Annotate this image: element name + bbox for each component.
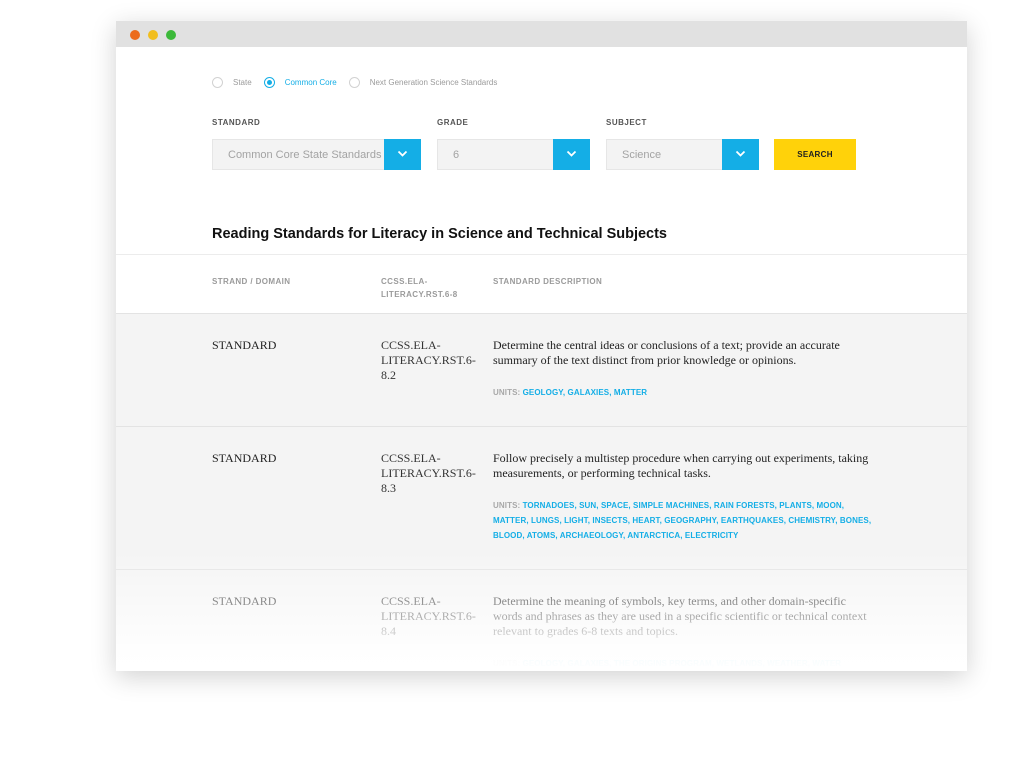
radio-ngss[interactable]: Next Generation Science Standards	[348, 76, 498, 88]
minimize-window-icon[interactable]	[148, 30, 158, 40]
standard-select[interactable]: Common Core State Standards	[212, 139, 421, 170]
search-button[interactable]: SEARCH	[774, 139, 856, 170]
subject-select[interactable]: Science	[606, 139, 759, 170]
table-row: STANDARD CCSS.ELA- LITERACY.RST.6-8.4 De…	[116, 569, 967, 671]
row-domain: STANDARD	[212, 451, 277, 465]
radio-common-core-label: Common Core	[284, 77, 337, 87]
chevron-down-icon	[735, 150, 746, 157]
radio-state-label: State	[233, 77, 252, 87]
row-units: UNITS: GEOLOGY, GALAXIES, THE ORIGINS PR…	[493, 656, 878, 671]
row-code: CCSS.ELA- LITERACY.RST.6-8.4	[381, 594, 486, 639]
row-units: UNITS: TORNADOES, SUN, SPACE, SIMPLE MAC…	[493, 498, 878, 543]
row-code-line2: LITERACY.RST.6-8.3	[381, 466, 476, 495]
row-domain: STANDARD	[212, 594, 277, 608]
standard-dropdown-button[interactable]	[384, 139, 421, 170]
standard-select-value: Common Core State Standards	[228, 149, 382, 161]
column-header-code: CCSS.ELA- LITERACY.RST.6-8	[381, 275, 458, 301]
table-row: STANDARD CCSS.ELA- LITERACY.RST.6-8.3 Fo…	[116, 426, 967, 570]
row-code-line1: CCSS.ELA-	[381, 451, 441, 465]
subject-select-value: Science	[622, 149, 662, 161]
column-header-domain: STRAND / DOMAIN	[212, 277, 291, 286]
grade-select-value: 6	[453, 149, 460, 161]
row-description: Follow precisely a multistep procedure w…	[493, 451, 869, 480]
column-header-description: STANDARD DESCRIPTION	[493, 277, 603, 286]
maximize-window-icon[interactable]	[166, 30, 176, 40]
subject-label: SUBJECT	[606, 118, 647, 127]
browser-window: State Common Core Next Generation Scienc…	[116, 21, 967, 671]
grade-dropdown-button[interactable]	[553, 139, 590, 170]
radio-state-circle[interactable]	[212, 76, 223, 88]
row-description: Determine the central ideas or conclusio…	[493, 338, 840, 367]
row-code-line2: LITERACY.RST.6-8.4	[381, 609, 476, 638]
units-links[interactable]: TORNADOES, SUN, SPACE, SIMPLE MACHINES, …	[493, 501, 871, 540]
units-label: UNITS:	[493, 388, 521, 397]
units-links[interactable]: GEOLOGY, GALAXIES, MATTER	[523, 388, 648, 397]
standard-type-radio-group: State Common Core Next Generation Scienc…	[212, 75, 509, 89]
row-domain: STANDARD	[212, 338, 277, 352]
row-description: Determine the meaning of symbols, key te…	[493, 594, 867, 638]
column-header-code-line1: CCSS.ELA-	[381, 277, 428, 286]
radio-common-core[interactable]: Common Core	[263, 76, 337, 88]
chevron-down-icon	[566, 150, 577, 157]
table-title: Reading Standards for Literacy in Scienc…	[212, 226, 668, 242]
standard-label: STANDARD	[212, 118, 261, 127]
divider	[116, 254, 967, 255]
grade-select[interactable]: 6	[437, 139, 590, 170]
units-label: UNITS:	[493, 501, 521, 510]
radio-ngss-label: Next Generation Science Standards	[369, 77, 498, 87]
table-row: STANDARD CCSS.ELA- LITERACY.RST.6-8.2 De…	[116, 313, 967, 427]
units-label: UNITS:	[493, 659, 521, 668]
units-links[interactable]: GEOLOGY, GALAXIES, THE ORIGINS PROGRAM, …	[523, 659, 842, 668]
row-units: UNITS: GEOLOGY, GALAXIES, MATTER	[493, 385, 878, 400]
row-code-line1: CCSS.ELA-	[381, 594, 441, 608]
row-code-line2: LITERACY.RST.6-8.2	[381, 353, 476, 382]
subject-dropdown-button[interactable]	[722, 139, 759, 170]
window-titlebar	[116, 21, 967, 47]
row-code: CCSS.ELA- LITERACY.RST.6-8.3	[381, 451, 486, 496]
close-window-icon[interactable]	[130, 30, 140, 40]
column-header-code-line2: LITERACY.RST.6-8	[381, 290, 458, 299]
chevron-down-icon	[397, 150, 408, 157]
radio-common-core-circle[interactable]	[263, 76, 275, 88]
row-code-line1: CCSS.ELA-	[381, 338, 441, 352]
radio-state[interactable]: State	[212, 76, 252, 88]
row-code: CCSS.ELA- LITERACY.RST.6-8.2	[381, 338, 486, 383]
grade-label: GRADE	[437, 118, 469, 127]
radio-ngss-circle[interactable]	[348, 76, 360, 88]
